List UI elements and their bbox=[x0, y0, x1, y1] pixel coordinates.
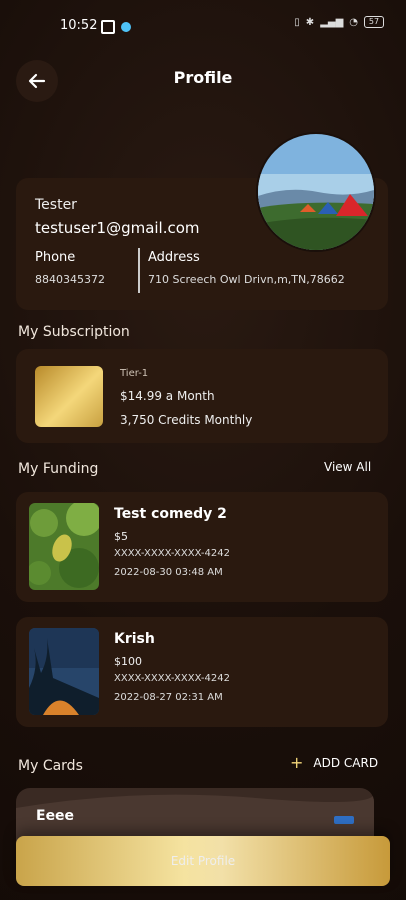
notification-icons bbox=[101, 20, 131, 34]
funding-date: 2022-08-30 03:48 AM bbox=[114, 567, 223, 578]
funding-title: My Funding bbox=[18, 461, 99, 477]
phone-value: 8840345372 bbox=[35, 273, 105, 286]
edit-profile-button[interactable]: Edit Profile bbox=[16, 836, 390, 886]
funding-title-text: Test comedy 2 bbox=[114, 506, 227, 522]
vibrate-icon: ▯ bbox=[294, 16, 300, 28]
address-label: Address bbox=[148, 250, 200, 265]
address-value: 710 Screech Owl Drivn,m,TN,78662 bbox=[148, 273, 345, 286]
funding-thumbnail bbox=[29, 503, 99, 590]
app-icon bbox=[121, 22, 131, 32]
wifi-icon: ◔ bbox=[349, 16, 358, 28]
leaf-image bbox=[29, 503, 99, 590]
tier-credits: 3,750 Credits Monthly bbox=[120, 413, 253, 427]
avatar-image bbox=[258, 134, 374, 250]
funding-card-number: XXXX-XXXX-XXXX-4242 bbox=[114, 673, 230, 684]
avatar[interactable] bbox=[258, 134, 374, 250]
status-bar: 10:52 ▯ ✱ ▂▄▆ ◔ 57 bbox=[0, 0, 406, 52]
add-card-label: ADD CARD bbox=[313, 756, 379, 770]
profile-email: testuser1@gmail.com bbox=[35, 219, 200, 237]
tier-price: $14.99 a Month bbox=[120, 389, 215, 403]
battery-icon: 57 bbox=[364, 16, 384, 28]
phone-label: Phone bbox=[35, 250, 76, 265]
profile-name: Tester bbox=[35, 197, 77, 213]
system-icons: ▯ ✱ ▂▄▆ ◔ 57 bbox=[294, 16, 384, 28]
bluetooth-icon: ✱ bbox=[305, 16, 315, 28]
signal-icon: ▂▄▆ bbox=[320, 16, 344, 28]
funding-amount: $100 bbox=[114, 655, 142, 668]
funding-title-text: Krish bbox=[114, 631, 155, 647]
edit-profile-label: Edit Profile bbox=[170, 854, 236, 868]
view-all-link[interactable]: View All bbox=[324, 460, 371, 474]
cards-title: My Cards bbox=[18, 758, 83, 774]
tier-badge bbox=[35, 366, 103, 427]
plus-icon: + bbox=[290, 753, 304, 772]
add-card-button[interactable]: + ADD CARD bbox=[290, 753, 379, 772]
funding-date: 2022-08-27 02:31 AM bbox=[114, 692, 223, 703]
divider bbox=[138, 248, 140, 293]
funding-amount: $5 bbox=[114, 530, 128, 543]
mail-icon bbox=[101, 20, 115, 34]
tier-label: Tier-1 bbox=[120, 368, 149, 379]
bank-card-name: Eeee bbox=[36, 808, 75, 824]
funding-card-number: XXXX-XXXX-XXXX-4242 bbox=[114, 548, 230, 559]
status-time: 10:52 bbox=[60, 18, 98, 33]
tent-image bbox=[29, 628, 99, 715]
subscription-title: My Subscription bbox=[18, 324, 130, 340]
page-title: Profile bbox=[173, 68, 233, 87]
funding-thumbnail bbox=[29, 628, 99, 715]
